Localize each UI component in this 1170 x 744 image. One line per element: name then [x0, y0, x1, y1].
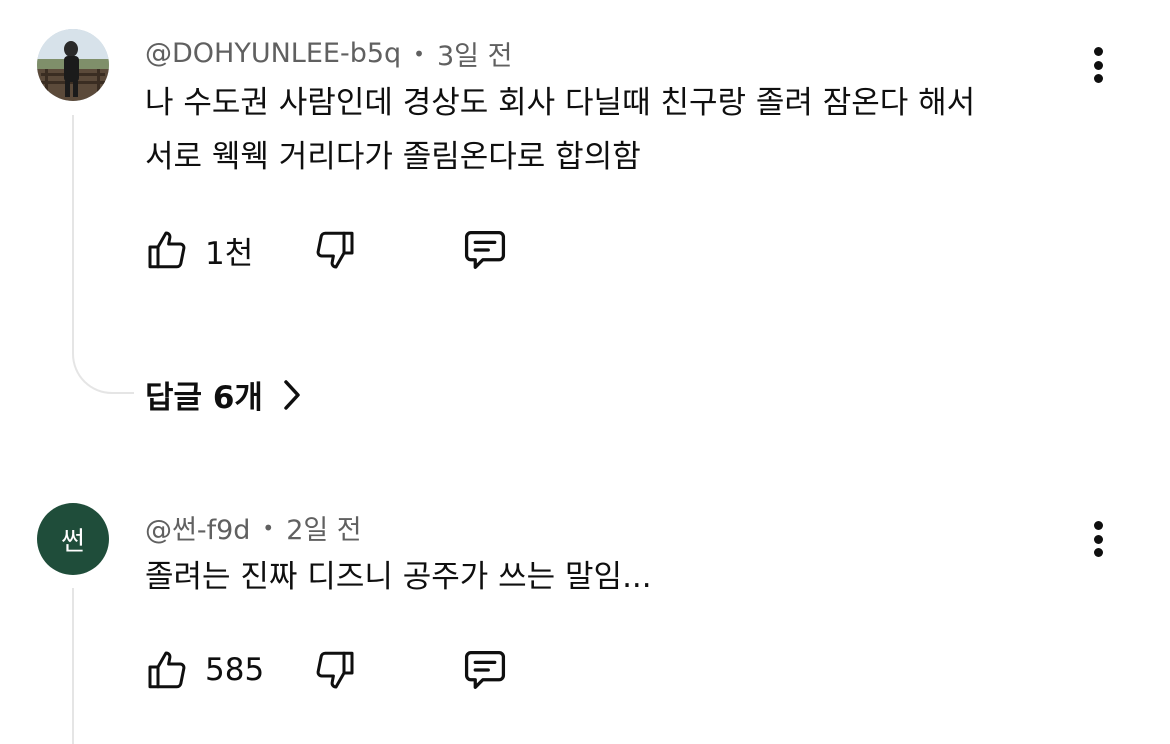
timestamp[interactable]: 3일 전 — [437, 34, 512, 73]
comment-text: 졸려는 진짜 디즈니 공주가 쓰는 말임... — [145, 550, 1085, 604]
thread-line — [72, 115, 74, 353]
thumbs-down-icon — [316, 651, 354, 689]
comment-text: 나 수도권 사람인데 경상도 회사 다닐때 친구랑 졸려 잠온다 해서 서로 웩… — [145, 76, 1085, 184]
comment-line: 나 수도권 사람인데 경상도 회사 다닐때 친구랑 졸려 잠온다 해서 — [145, 85, 976, 121]
profile-photo — [37, 29, 109, 101]
replies-label: 답글 6개 — [145, 380, 263, 416]
avatar[interactable]: 썬 — [37, 503, 109, 575]
author-name[interactable]: @썬-f9d — [145, 508, 250, 547]
reply-button[interactable] — [459, 222, 511, 278]
chevron-right-icon — [284, 379, 300, 410]
comment-icon — [464, 651, 506, 689]
avatar-letter: 썬 — [61, 526, 85, 557]
reply-button[interactable] — [459, 642, 511, 698]
separator-dot: • — [413, 41, 425, 66]
comment-icon — [464, 231, 506, 269]
separator-dot: • — [262, 515, 275, 540]
replies-toggle[interactable]: 답글 6개 — [145, 372, 303, 417]
avatar[interactable] — [37, 29, 109, 101]
thread-curve — [72, 352, 134, 394]
thumbs-up-icon — [148, 231, 186, 269]
like-button[interactable]: 1천 — [143, 222, 253, 278]
dislike-button[interactable] — [311, 642, 359, 698]
thumbs-up-icon — [148, 651, 186, 689]
thumbs-down-icon — [316, 231, 354, 269]
author-name[interactable]: @DOHYUNLEE-b5q — [145, 38, 401, 69]
dislike-button[interactable] — [311, 222, 359, 278]
like-count: 1천 — [205, 235, 254, 272]
like-count: 585 — [205, 652, 265, 688]
more-vert-icon[interactable] — [1083, 43, 1113, 87]
timestamp[interactable]: 2일 전 — [286, 508, 361, 547]
comment-line: 서로 웩웩 거리다가 졸림온다로 합의함 — [145, 139, 641, 175]
comment-actions: 585 — [143, 642, 543, 698]
thread-line — [72, 588, 74, 744]
more-vert-icon[interactable] — [1083, 517, 1113, 561]
comment-actions: 1천 — [143, 222, 543, 278]
like-button[interactable]: 585 — [143, 642, 264, 698]
comment-line: 졸려는 진짜 디즈니 공주가 쓰는 말임... — [145, 559, 652, 595]
comment-header: @DOHYUNLEE-b5q • 3일 전 — [145, 34, 512, 73]
comment-header: @썬-f9d • 2일 전 — [145, 508, 362, 547]
